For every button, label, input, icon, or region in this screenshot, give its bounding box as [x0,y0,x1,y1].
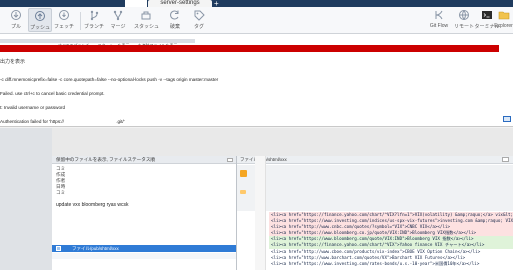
log-line: t: Invalid username or password [0,104,66,110]
diff-line-context: <li><a href="http://www.cboe.com/product… [271,248,481,254]
diff-lines: <li><a href="https://finance.yahoo.com/c… [269,212,513,267]
meta-label: コミ [56,190,66,195]
tag-icon [194,10,205,21]
push-icon [35,11,45,21]
error-banner [0,45,499,52]
diff-line-added: <li><a href="https://finance.yahoo.com/c… [269,242,513,249]
hunk-header [237,165,513,211]
file-type-icon [240,170,247,177]
remote-button[interactable]: リモート [452,8,476,32]
commit-metadata: コミ 作成 作者 日時 コミ [52,164,236,198]
log-line: -c diff.mnemonicprefix=false -c core.quo… [0,77,219,83]
log-line: Authentication failed for 'https:// .git… [0,118,125,124]
branch-icon [90,10,99,21]
line-number-gutter [255,156,266,270]
remote-label: リモート [453,24,474,30]
branch-button[interactable]: ブランチ [82,8,106,32]
fetch-button[interactable]: フェッチ [52,8,76,32]
file-sort-selector[interactable]: 保留中のファイルを表示, ファイルステータス順 [52,156,236,164]
discard-label: 破棄 [169,24,180,30]
selected-file-row[interactable]: ファイル/pub/shtml/xxx [52,245,236,252]
commit-message: update vxx bloomberg ryas wcsk [56,202,129,208]
explorer-label: Explorer [494,23,513,29]
gitflow-button[interactable]: Git Flow [426,8,452,32]
stash-label: スタッシュ [134,24,160,30]
file-row[interactable] [52,253,236,259]
stash-icon [141,11,151,20]
pull-button[interactable]: プル [4,8,28,32]
view-options-strip: すべてのブランチ スタッシュを表示 未追跡ファイルを表示 [0,39,195,48]
gitflow-label: Git Flow [429,23,449,29]
pull-label: プル [10,24,21,30]
file-status-pane: 保留中のファイルを表示, ファイルステータス順 コミ 作成 作者 日時 コミ u… [52,156,237,270]
gitflow-icon [435,10,443,20]
file-checkbox[interactable] [56,246,61,251]
explorer-button[interactable]: Explorer [494,8,513,32]
fetch-label: フェッチ [53,24,74,30]
discard-button[interactable]: 破棄 [163,8,187,32]
branch-label: ブランチ [83,24,104,30]
push-button[interactable]: プッシュ [28,8,52,32]
hunk-marker-icon [240,190,246,194]
dialog-close-button[interactable] [503,116,511,122]
terminal-icon [482,11,492,19]
inactive-tab[interactable] [125,0,147,7]
fetch-icon [59,10,69,20]
merge-icon [113,10,123,21]
merge-label: マージ [110,24,126,30]
selected-file-path: ファイル/pub/shtml/xxx [72,246,119,251]
title-bar: server-settings + [0,0,513,8]
repository-tab[interactable]: server-settings [148,0,212,7]
diff-options-icon[interactable] [502,157,509,162]
toolbar-separator [80,12,81,30]
show-output-heading: 出力を表示 [0,59,26,65]
pull-icon [11,10,21,20]
explorer-icon [498,11,509,20]
tag-label: タグ [193,24,204,30]
diff-pane: ファイル/pub/shtml/xxx <li><a href="https://… [237,156,513,270]
merge-button[interactable]: マージ [106,8,130,32]
tag-button[interactable]: タグ [187,8,211,32]
discard-icon [170,10,179,20]
log-line: Failed. use ctrl+c to cancel basic crede… [0,90,105,96]
stash-button[interactable]: スタッシュ [134,8,160,32]
diff-file-header: ファイル/pub/shtml/xxx [237,156,513,164]
file-search-icon[interactable] [227,158,233,162]
push-label: プッシュ [29,25,50,31]
remote-icon [459,10,469,20]
main-toolbar: プル プッシュ フェッチ ブランチ マージ スタッシュ 破棄 タグ Git Fl… [0,7,513,34]
diff-line-context: <li><a href="https://www.investing.com/r… [271,260,480,266]
command-output-dialog: すべてのブランチ スタッシュを表示 未追跡ファイルを表示 出力を表示 -c di… [0,34,513,169]
sidebar [0,128,52,270]
repository-panes: 保留中のファイルを表示, ファイルステータス順 コミ 作成 作者 日時 コミ u… [0,128,513,270]
